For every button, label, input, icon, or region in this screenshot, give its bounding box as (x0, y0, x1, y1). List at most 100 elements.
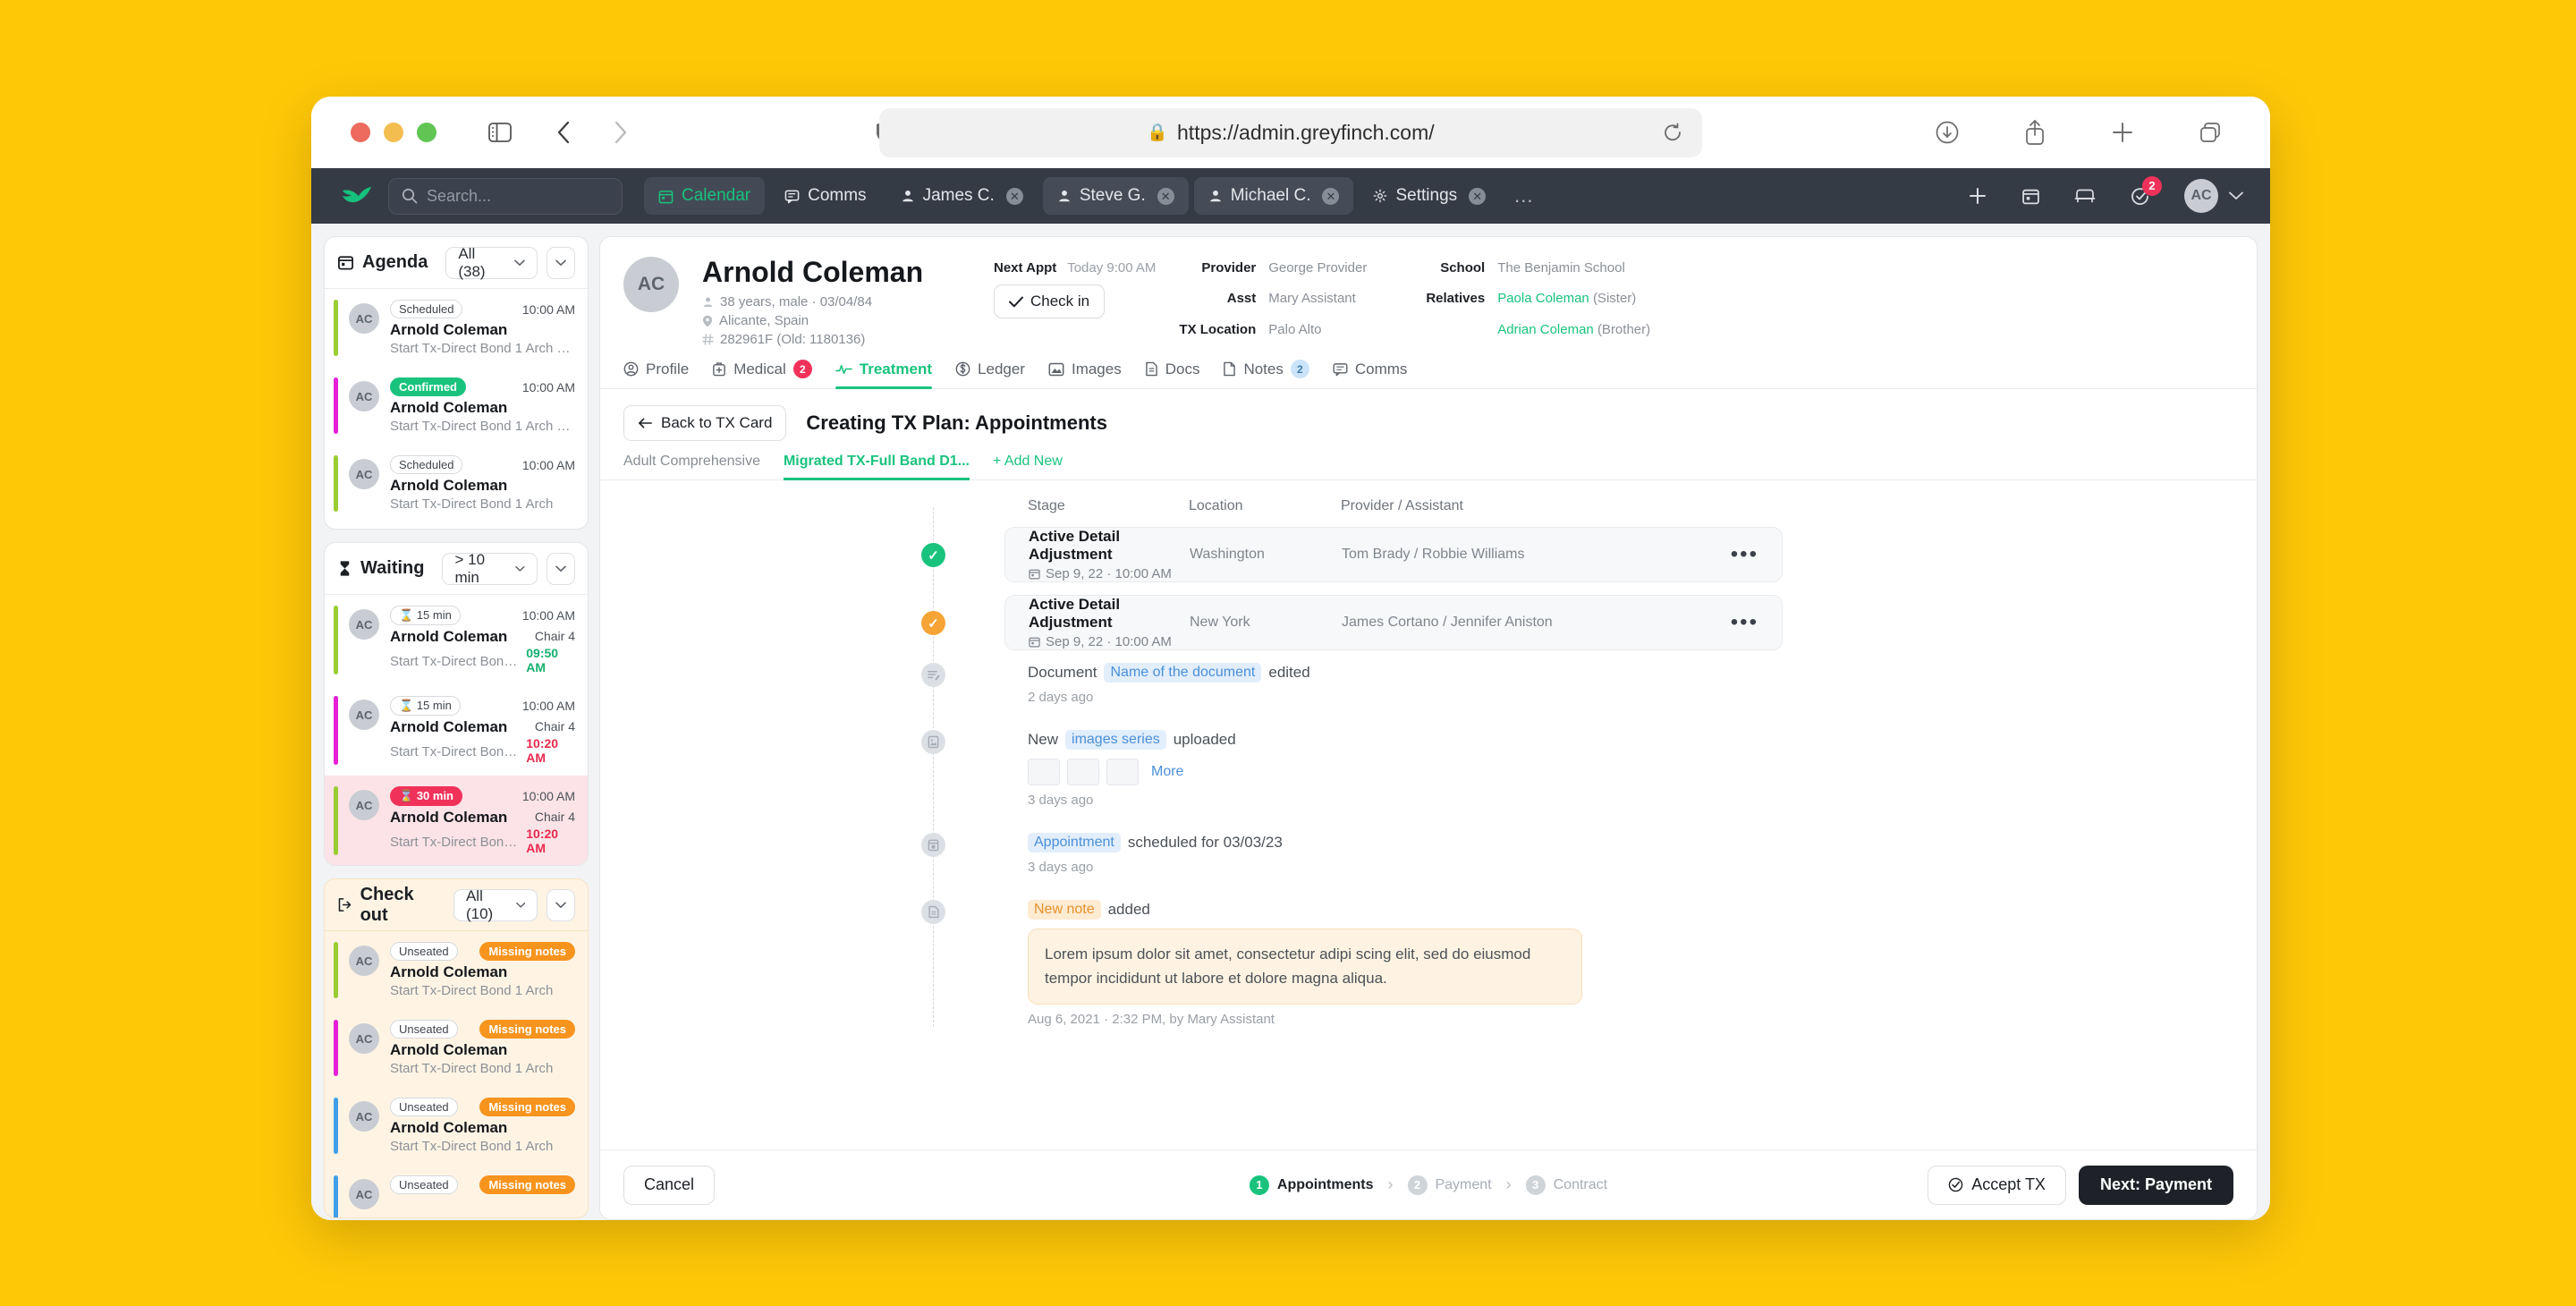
new-tab-icon[interactable] (2102, 112, 2143, 153)
arrival-time: 10:20 AM (526, 736, 559, 765)
reload-icon[interactable] (1663, 123, 1682, 142)
nav-tab-settings[interactable]: Settings ✕ (1359, 177, 1500, 215)
list-item[interactable]: AC ⌛ 15 min 10:00 AM Arnold Coleman Chai… (325, 595, 588, 685)
column-header-provider: Provider / Assistant (1341, 498, 1463, 514)
minimize-window-button[interactable] (384, 123, 403, 142)
search-input[interactable]: Search... (388, 177, 623, 215)
checkout-filter-select[interactable]: All (10) (453, 887, 538, 922)
nav-tab-michael-c[interactable]: Michael C. ✕ (1193, 177, 1354, 215)
add-new-plan-button[interactable]: + Add New (993, 454, 1063, 479)
calendar-icon[interactable] (2021, 187, 2040, 206)
avatar: AC (623, 257, 679, 312)
downloads-icon[interactable] (1927, 112, 1968, 153)
add-plus-icon[interactable] (1968, 186, 1987, 206)
close-icon[interactable]: ✕ (1469, 187, 1487, 205)
maximize-window-button[interactable] (417, 123, 436, 142)
appointment-stage: Active Detail Adjustment (1029, 528, 1121, 564)
list-item[interactable]: AC Scheduled 10:00 AM Arnold Coleman Sta… (325, 289, 588, 367)
check-in-button[interactable]: Check in (994, 284, 1106, 318)
more-images-link[interactable]: More (1151, 764, 1183, 780)
nav-tab-comms[interactable]: Comms (770, 177, 880, 215)
tab-profile[interactable]: Profile (623, 360, 689, 388)
list-item[interactable]: AC Unseated Missing notes Arnold Coleman… (325, 931, 588, 1009)
next-payment-label: Next: Payment (2099, 1175, 2212, 1193)
tab-notes[interactable]: Notes 2 (1223, 360, 1309, 388)
tab-docs[interactable]: Docs (1145, 360, 1199, 388)
event-tag[interactable]: New note (1028, 900, 1101, 920)
nav-tab-calendar[interactable]: Calendar (644, 177, 766, 215)
tx-timeline-scroll[interactable]: Stage Location Provider / Assistant ✓ Ac… (600, 480, 2257, 1149)
plan-tab-adult-comprehensive[interactable]: Adult Comprehensive (623, 454, 760, 479)
event-tag[interactable]: Appointment (1028, 833, 1121, 853)
waiting-filter-select[interactable]: > 10 min (442, 551, 538, 586)
thumbnail[interactable] (1067, 759, 1099, 786)
checkout-expand-button[interactable] (547, 888, 575, 921)
chair-icon[interactable] (2074, 187, 2096, 205)
main-column: AC Arnold Coleman 38 years, male · 03/04… (599, 224, 2270, 1220)
sidebar-toggle-icon[interactable] (479, 112, 521, 153)
event-tag[interactable]: Name of the document (1104, 663, 1262, 683)
greyfinch-bird-logo[interactable] (338, 177, 376, 215)
left-sidebar: Agenda All (38) AC Scheduled 10:00 AM Ar… (311, 224, 599, 1220)
step-appointments[interactable]: 1 Appointments (1249, 1175, 1373, 1195)
status-badge: Unseated (390, 1175, 458, 1194)
waiting-expand-button[interactable] (547, 552, 575, 585)
next-payment-button[interactable]: Next: Payment (2078, 1165, 2233, 1205)
agenda-expand-button[interactable] (547, 246, 575, 279)
relative-link[interactable]: Paola Coleman (Sister) (1497, 291, 1650, 316)
status-badge: Confirmed (390, 377, 466, 396)
procedure-desc: Start Tx-Direct Bond 1 Arch (390, 983, 554, 998)
chevron-down-icon (514, 259, 525, 266)
appointment-card[interactable]: Active Detail Adjustment Sep 9, 22 · 10:… (1004, 527, 1783, 583)
close-icon[interactable]: ✕ (1005, 187, 1023, 205)
check-circle-icon (1948, 1177, 1963, 1192)
cancel-label: Cancel (644, 1175, 695, 1193)
note-icon (1224, 361, 1236, 377)
list-item[interactable]: AC Unseated Missing notes Arnold Coleman… (325, 1009, 588, 1087)
step-contract[interactable]: 3 Contract (1525, 1175, 1607, 1195)
accept-tx-button[interactable]: Accept TX (1928, 1165, 2066, 1205)
nav-tab-james-c[interactable]: James C. ✕ (886, 177, 1038, 215)
tab-treatment[interactable]: Treatment (835, 360, 933, 389)
close-window-button[interactable] (351, 123, 370, 142)
cancel-button[interactable]: Cancel (623, 1165, 716, 1205)
plan-tab-migrated-tx[interactable]: Migrated TX-Full Band D1... (783, 454, 970, 481)
patient-name: Arnold Coleman (390, 628, 508, 645)
list-item[interactable]: AC Confirmed 10:00 AM Arnold Coleman Sta… (325, 367, 588, 445)
relative-link[interactable]: Adrian Coleman (Brother) (1497, 322, 1650, 347)
back-icon[interactable] (544, 112, 585, 153)
step-payment[interactable]: 2 Payment (1407, 1175, 1492, 1195)
close-icon[interactable]: ✕ (1322, 187, 1340, 205)
tab-comms[interactable]: Comms (1333, 360, 1407, 388)
list-item[interactable]: AC Scheduled 10:00 AM Arnold Coleman Sta… (325, 445, 588, 522)
list-item[interactable]: AC Unseated Missing notes Arnold Coleman… (325, 1087, 588, 1165)
list-item[interactable]: AC ⌛ 30 min 10:00 AM Arnold Coleman Chai… (325, 776, 588, 865)
list-item[interactable]: AC ⌛ 15 min 10:00 AM Arnold Coleman Chai… (325, 685, 588, 776)
thumbnail[interactable] (1028, 759, 1060, 786)
tab-label: Ledger (978, 360, 1025, 377)
tab-medical[interactable]: Medical 2 (712, 360, 812, 388)
appointment-card[interactable]: Active Detail Adjustment Sep 9, 22 · 10:… (1004, 595, 1783, 651)
user-menu[interactable]: AC (2184, 179, 2243, 213)
tab-ledger[interactable]: Ledger (955, 360, 1025, 388)
forward-icon[interactable] (599, 112, 640, 153)
list-item[interactable]: AC Unseated Missing notes (325, 1165, 588, 1217)
nav-tab-overflow[interactable]: ... (1505, 177, 1542, 215)
back-to-tx-card-button[interactable]: Back to TX Card (623, 405, 787, 442)
address-bar[interactable]: 🔒 https://admin.greyfinch.com/ (879, 107, 1702, 157)
procedure-desc: Start Tx-Direct Bond 1 Arch sa... (390, 419, 575, 434)
window-controls[interactable] (351, 123, 436, 142)
event-tag[interactable]: images series (1065, 730, 1166, 751)
thumbnail[interactable] (1106, 759, 1139, 786)
tab-images[interactable]: Images (1048, 360, 1122, 388)
share-icon[interactable] (2014, 112, 2055, 153)
agenda-filter-select[interactable]: All (38) (445, 245, 538, 280)
tabs-icon[interactable] (2190, 112, 2231, 153)
missing-notes-badge: Missing notes (479, 942, 575, 961)
nav-tab-steve-g[interactable]: Steve G. ✕ (1042, 177, 1189, 215)
list-item[interactable]: AC Cancelled 10:00 AM Arnold Coleman Sta… (325, 522, 588, 529)
notifications-check-icon[interactable]: 2 (2130, 175, 2162, 207)
agenda-list: AC Scheduled 10:00 AM Arnold Coleman Sta… (325, 289, 588, 529)
chevron-down-icon (515, 902, 525, 908)
close-icon[interactable]: ✕ (1157, 187, 1174, 205)
